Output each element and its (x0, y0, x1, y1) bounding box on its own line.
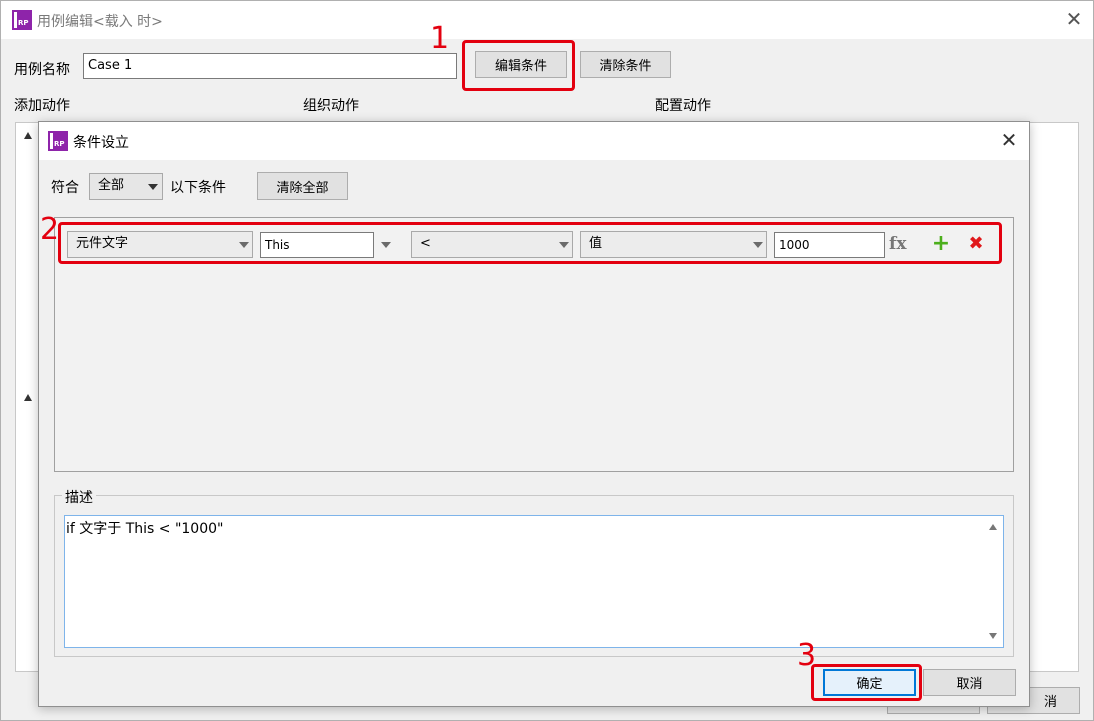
app-icon: RP (12, 10, 32, 30)
annotation-number-2: 2 (40, 212, 60, 247)
clear-all-button[interactable]: 清除全部 (257, 172, 348, 200)
outer-window-title: 用例编辑<载入 时> (37, 14, 163, 30)
match-select-value: 全部 (98, 178, 125, 193)
outer-title-bar (1, 1, 1093, 39)
tree-expand-icon[interactable] (24, 132, 32, 139)
dialog-title: 条件设立 (73, 135, 129, 151)
case-name-input[interactable]: Case 1 (83, 53, 457, 79)
clear-condition-button[interactable]: 清除条件 (580, 51, 671, 78)
outer-cancel-label: 消 (1043, 695, 1057, 710)
match-select-chevron-down-icon (148, 184, 158, 190)
match-suffix: 以下条件 (170, 180, 226, 196)
dialog-close-icon[interactable]: ✕ (998, 128, 1020, 152)
annotation-box-2 (58, 222, 1002, 264)
col-configure-action: 配置动作 (655, 98, 711, 114)
dialog-app-icon: RP (48, 131, 68, 151)
annotation-number-3: 3 (797, 638, 817, 673)
desc-label: 描述 (62, 487, 96, 507)
scroll-down-icon[interactable] (989, 633, 997, 639)
cancel-button[interactable]: 取消 (923, 669, 1016, 696)
tree-expand-icon-2[interactable] (24, 394, 32, 401)
outer-close-icon[interactable]: ✕ (1063, 7, 1085, 31)
desc-textarea[interactable]: if 文字于 This < "1000" (64, 515, 1004, 648)
match-label: 符合 (51, 180, 79, 196)
annotation-box-1 (462, 40, 575, 91)
desc-text: if 文字于 This < "1000" (66, 521, 224, 537)
col-add-action: 添加动作 (14, 98, 70, 114)
case-name-label: 用例名称 (14, 62, 70, 78)
dialog-title-bar (39, 122, 1029, 160)
col-organize-action: 组织动作 (303, 98, 359, 114)
annotation-box-3 (811, 664, 922, 701)
scroll-up-icon[interactable] (989, 524, 997, 530)
annotation-number-1: 1 (430, 21, 450, 56)
